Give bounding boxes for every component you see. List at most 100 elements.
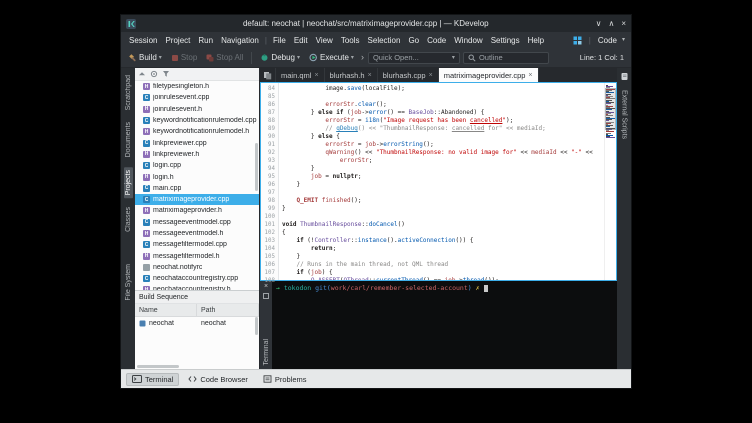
- close-icon[interactable]: ×: [314, 72, 318, 79]
- cpp-file-icon: C: [143, 139, 150, 147]
- close-icon[interactable]: ×: [528, 72, 532, 79]
- menu-view[interactable]: View: [312, 36, 337, 45]
- execute-button[interactable]: Execute ▾: [306, 52, 357, 63]
- line-number-gutter: 84 85 86 87 88 89 90 91 92 93 94 95 96 97 98 99 100 101 10…: [261, 83, 279, 284]
- document-tabs: main.qml × blurhash.h × blurhash.cpp × matrixi…: [276, 68, 539, 82]
- dock-tab-scratchpad[interactable]: Scratchpad: [124, 72, 133, 113]
- menu-session[interactable]: Session: [125, 36, 161, 45]
- code-browser-toggle[interactable]: Code Browser: [182, 373, 254, 386]
- menu-code[interactable]: Code: [423, 36, 450, 45]
- tree-item-keywordnotificationrulemodel-h[interactable]: Hkeywordnotificationrulemodel.h: [135, 126, 259, 137]
- tree-item-messageeventmodel-h[interactable]: Hmessageeventmodel.h: [135, 228, 259, 239]
- menu-window[interactable]: Window: [450, 36, 486, 45]
- column-path[interactable]: Path: [197, 304, 259, 316]
- build-sequence-header: Name Path: [135, 304, 259, 317]
- tree-item-linkpreviewer-h[interactable]: Hlinkpreviewer.h: [135, 149, 259, 160]
- maximize-button[interactable]: ∧: [608, 19, 614, 28]
- doc-tab-main-qml[interactable]: main.qml ×: [276, 68, 325, 82]
- build-button[interactable]: Build ▾: [125, 52, 165, 63]
- menu-selection[interactable]: Selection: [364, 36, 405, 45]
- minimap-view-indicator[interactable]: [605, 88, 616, 130]
- terminal-screen[interactable]: → tokodon git(work/carl/remember-selecte…: [272, 281, 617, 369]
- locate-document-icon[interactable]: [150, 70, 158, 78]
- close-button[interactable]: ×: [621, 19, 626, 28]
- tree-item-linkpreviewer-cpp[interactable]: Clinkpreviewer.cpp: [135, 137, 259, 148]
- prompt-segment: ): [467, 284, 476, 292]
- menu-tools[interactable]: Tools: [337, 36, 364, 45]
- tree-item-matriximageprovider-cpp[interactable]: Cmatriximageprovider.cpp: [135, 193, 259, 206]
- tree-item-messageeventmodel-cpp[interactable]: Cmessageeventmodel.cpp: [135, 217, 259, 228]
- doc-tab-blurhash-h[interactable]: blurhash.h ×: [325, 68, 378, 82]
- chevron-down-icon: ▾: [158, 54, 162, 61]
- tree-item-login-h[interactable]: Hlogin.h: [135, 171, 259, 182]
- tree-item-login-cpp[interactable]: Clogin.cpp: [135, 160, 259, 171]
- code-editor[interactable]: 84 85 86 87 88 89 90 91 92 93 94 95 96 97 98 99 100 101 10…: [260, 82, 617, 284]
- stop-button[interactable]: Stop: [168, 52, 200, 63]
- code-browser-icon: [188, 375, 197, 383]
- debug-button[interactable]: Debug ▾: [257, 52, 303, 63]
- minimize-button[interactable]: ∨: [596, 19, 602, 28]
- minimap-scrollbar[interactable]: [604, 83, 616, 280]
- menu-settings[interactable]: Settings: [487, 36, 524, 45]
- document-grid-icon[interactable]: [263, 71, 272, 80]
- menu-run[interactable]: Run: [194, 36, 217, 45]
- terminal-dock-tab[interactable]: Terminal: [263, 339, 270, 365]
- menu-go[interactable]: Go: [404, 36, 423, 45]
- window-title: default: neochat | neochat/src/matrixima…: [242, 19, 489, 28]
- code-line: return;: [310, 245, 337, 252]
- problems-toggle[interactable]: Problems: [257, 373, 313, 386]
- menu-file[interactable]: File: [269, 36, 290, 45]
- close-icon[interactable]: ×: [368, 72, 372, 79]
- tree-item-messagefiltermodel-cpp[interactable]: Cmessagefiltermodel.cpp: [135, 239, 259, 250]
- quick-open-input[interactable]: Quick Open... ▾: [367, 51, 460, 64]
- tree-item-filetypesingleton-h[interactable]: Hfiletypesingleton.h: [135, 81, 259, 92]
- doc-tab-matriximageprovider-cpp[interactable]: matriximageprovider.cpp ×: [438, 68, 539, 82]
- tree-item-main-cpp[interactable]: Cmain.cpp: [135, 183, 259, 194]
- dock-tab-classes[interactable]: Classes: [124, 204, 133, 235]
- chevron-down-icon: ▾: [350, 54, 354, 61]
- build-sequence-row[interactable]: neochat neochat: [135, 317, 259, 329]
- tree-item-matriximageprovider-h[interactable]: Hmatriximageprovider.h: [135, 205, 259, 216]
- tree-item-joinrulesevent-h[interactable]: Hjoinrulesevent.h: [135, 104, 259, 115]
- toolbar-overflow-chevron[interactable]: ›: [360, 53, 365, 62]
- menu-project[interactable]: Project: [161, 36, 194, 45]
- column-name[interactable]: Name: [135, 304, 197, 316]
- code-line: qWarning() << "ThumbnailResponse: no val…: [325, 149, 593, 156]
- code-line: if (!Controller::instance().activeConnec…: [296, 237, 474, 244]
- tree-item-neochataccountregistry-cpp[interactable]: Cneochataccountregistry.cpp: [135, 273, 259, 284]
- tree-item-messagefiltermodel-h[interactable]: Hmessagefiltermodel.h: [135, 250, 259, 261]
- search-icon: [468, 54, 476, 62]
- activities-grid-icon[interactable]: [573, 36, 582, 45]
- cpp-file-icon: C: [143, 241, 150, 249]
- line-number: 99: [268, 206, 275, 212]
- collapse-all-icon[interactable]: [138, 70, 146, 78]
- dock-tab-projects[interactable]: Projects: [123, 166, 133, 199]
- terminal-toggle[interactable]: Terminal: [126, 372, 180, 386]
- dock-tab-external-scripts[interactable]: External Scripts: [620, 87, 629, 142]
- doc-tab-blurhash-cpp[interactable]: blurhash.cpp ×: [378, 68, 439, 82]
- titlebar[interactable]: default: neochat | neochat/src/matrixima…: [121, 15, 631, 32]
- outline-input[interactable]: Outline: [462, 51, 549, 64]
- stop-all-button[interactable]: Stop All: [203, 52, 246, 63]
- code-area-switcher[interactable]: Code: [598, 36, 617, 45]
- menu-navigation[interactable]: Navigation: [217, 36, 263, 45]
- dock-tab-documents[interactable]: Documents: [124, 119, 133, 160]
- build-sequence-hscrollbar[interactable]: [137, 365, 179, 368]
- tree-item-joinrulesevent-cpp[interactable]: Cjoinrulesevent.cpp: [135, 92, 259, 103]
- filter-icon[interactable]: [162, 70, 170, 78]
- line-number: 89: [268, 126, 275, 132]
- file-name: keywordnotificationrulemodel.h: [153, 128, 250, 136]
- close-icon[interactable]: ×: [429, 72, 433, 79]
- detach-icon[interactable]: [263, 293, 269, 299]
- code-line: }: [282, 165, 315, 172]
- tree-item-keywordnotificationrulemodel-cpp[interactable]: Ckeywordnotificationrulemodel.cpp: [135, 115, 259, 126]
- menu-help[interactable]: Help: [524, 36, 548, 45]
- tree-item-neochat-notifyrc[interactable]: neochat.notifyrc: [135, 262, 259, 273]
- tree-scrollbar[interactable]: [255, 143, 258, 191]
- build-sequence-vscrollbar[interactable]: [255, 317, 258, 335]
- line-number: 94: [268, 166, 275, 172]
- menu-edit[interactable]: Edit: [290, 36, 312, 45]
- dock-tab-file-system[interactable]: File System: [124, 261, 133, 304]
- file-name: messageeventmodel.h: [153, 230, 224, 237]
- code-view[interactable]: image.save(localFile); errorStr.clear();…: [279, 83, 604, 280]
